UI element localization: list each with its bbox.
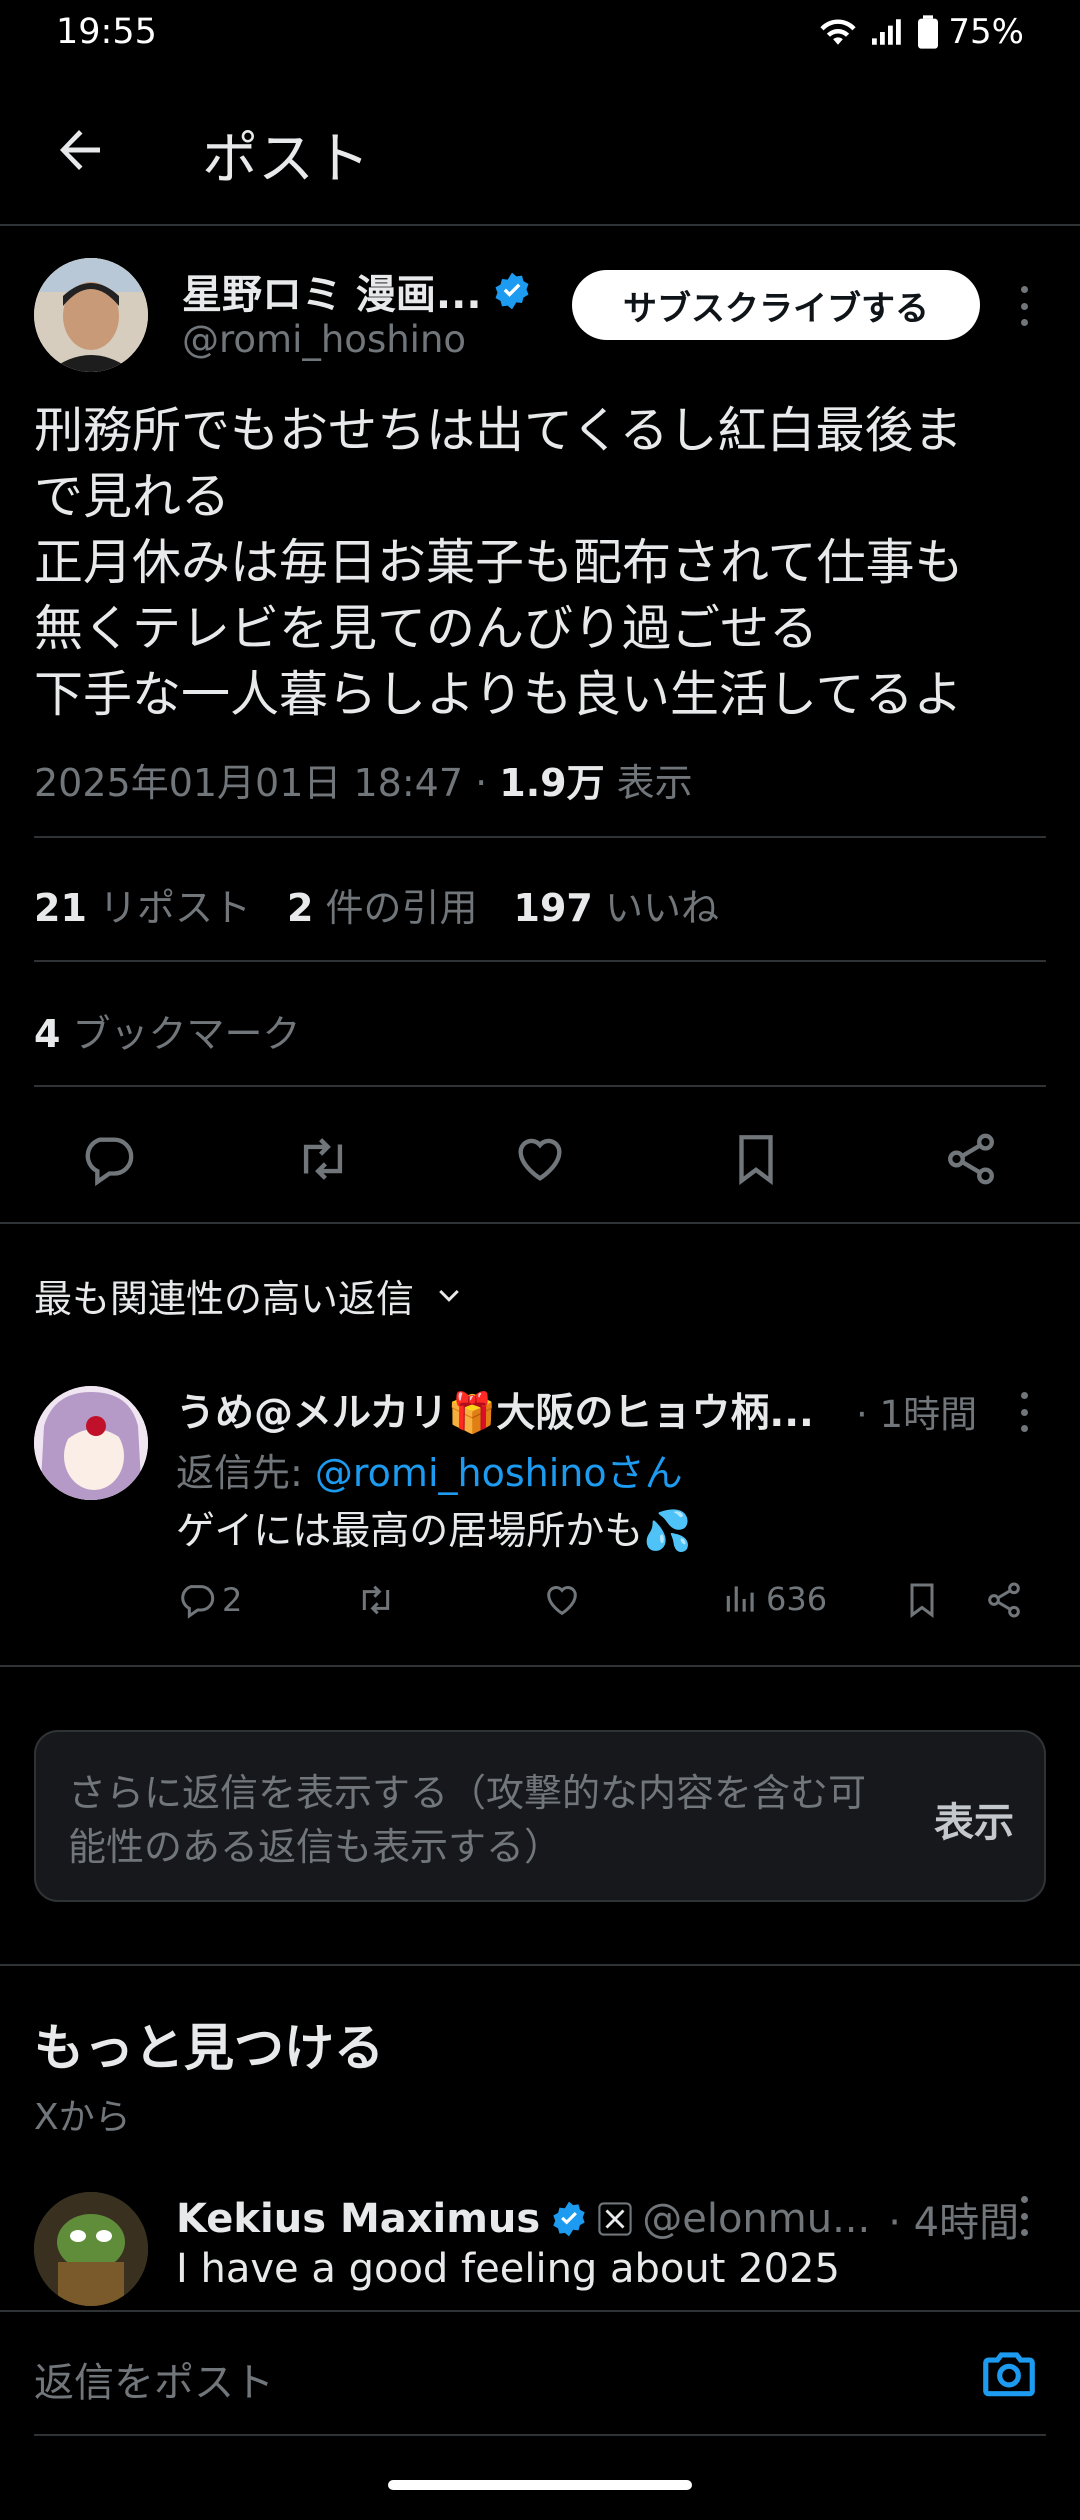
- signal-icon: [872, 19, 902, 45]
- post-more-icon[interactable]: [1016, 286, 1032, 326]
- divider: [0, 1222, 1080, 1224]
- quotes-label: 件の引用: [313, 886, 478, 930]
- share-icon[interactable]: [942, 1130, 1000, 1188]
- reposts-stat[interactable]: 21 リポスト: [34, 877, 251, 932]
- views-chart-icon: [726, 1586, 754, 1612]
- suggested-post-avatar[interactable]: [34, 2192, 148, 2306]
- divider: [34, 836, 1046, 838]
- status-time: 19:55: [56, 12, 157, 52]
- author-name-text: 星野ロミ 漫画...: [182, 272, 482, 318]
- reply-avatar[interactable]: [34, 1386, 148, 1500]
- home-indicator[interactable]: [388, 2480, 692, 2490]
- engagement-stats: 21 リポスト 2 件の引用 197 いいね: [34, 877, 719, 932]
- reply-more-icon[interactable]: [1016, 1392, 1032, 1432]
- reply-input[interactable]: 返信をポスト: [34, 2350, 274, 2408]
- reply-to-handle-link[interactable]: @romi_hoshinoさん: [315, 1451, 683, 1495]
- verified-badge-icon: [553, 2201, 585, 2237]
- compose-underline: [34, 2434, 1046, 2436]
- discover-heading: もっと見つける: [34, 2019, 384, 2077]
- reply-icon: [181, 1585, 215, 1619]
- suggested-post-time: · 4時間: [888, 2200, 1020, 2246]
- quotes-stat[interactable]: 2 件の引用: [287, 877, 478, 932]
- divider: [0, 1964, 1080, 1966]
- reply-reply-button[interactable]: 2: [176, 1580, 242, 1620]
- more-replies-card[interactable]: さらに返信を表示する（攻撃的な内容を含む可能性のある返信も表示する） 表示: [34, 1730, 1046, 1902]
- status-bar: 19:55 75%: [0, 0, 1080, 70]
- reply-share-button[interactable]: [984, 1580, 1024, 1620]
- divider: [34, 1085, 1046, 1087]
- post-meta: 2025年01月01日 18:47 · 1.9万 表示: [34, 752, 693, 807]
- more-replies-text: さらに返信を表示する（攻撃的な内容を含む可能性のある返信も表示する）: [68, 1771, 867, 1869]
- like-icon: [547, 1586, 577, 1616]
- author-handle[interactable]: @romi_hoshino: [182, 318, 466, 361]
- author-name[interactable]: 星野ロミ 漫画...: [182, 262, 532, 320]
- discover-subheading: Xから: [34, 2097, 131, 2138]
- top-bar: ポスト: [0, 100, 1080, 200]
- post-action-bar: [0, 1110, 1080, 1200]
- reply-repost-button[interactable]: [356, 1580, 396, 1620]
- repost-icon[interactable]: [294, 1130, 352, 1188]
- replies-sort-dropdown[interactable]: 最も関連性の高い返信: [34, 1268, 464, 1323]
- reply-compose-bar: 返信をポスト: [0, 2310, 1080, 2436]
- battery-icon: [918, 15, 939, 49]
- post-views-label: 表示: [604, 761, 693, 805]
- bookmark-icon: [910, 1583, 934, 1618]
- back-arrow-icon[interactable]: [50, 120, 110, 180]
- divider: [0, 1665, 1080, 1667]
- reply-to-prefix: 返信先:: [176, 1451, 315, 1495]
- battery-level: 75%: [948, 12, 1024, 52]
- bookmarks-count: 4: [34, 1012, 61, 1056]
- bookmark-icon[interactable]: [727, 1130, 785, 1188]
- reply-views-button[interactable]: 636: [722, 1580, 827, 1618]
- likes-count: 197: [513, 886, 593, 930]
- chevron-down-icon: [439, 1289, 459, 1302]
- share-icon: [988, 1582, 1020, 1618]
- x-affiliate-badge-icon: [598, 2202, 632, 2236]
- likes-label: いいね: [592, 886, 719, 930]
- verified-badge-icon: [495, 272, 529, 310]
- reply-to-line: 返信先: @romi_hoshinoさん: [176, 1442, 683, 1497]
- bookmarks-stat[interactable]: 4 ブックマーク: [34, 1003, 301, 1058]
- page-title: ポスト: [202, 127, 370, 192]
- post-views-count: 1.9万: [499, 761, 605, 805]
- repost-icon: [362, 1585, 390, 1615]
- suggested-post-author[interactable]: Kekius Maximus: [176, 2196, 540, 2242]
- like-icon[interactable]: [511, 1130, 569, 1188]
- reply-view-count: 636: [766, 1580, 828, 1618]
- header-divider: [0, 224, 1080, 226]
- reply-reply-count: 2: [222, 1581, 243, 1619]
- show-more-replies-button[interactable]: 表示: [934, 1790, 1014, 1848]
- bookmarks-label: ブックマーク: [60, 1012, 301, 1056]
- reply-action-bar: 2 636: [176, 1576, 1036, 1632]
- suggested-post-handle[interactable]: @elonmu...: [642, 2196, 870, 2242]
- likes-stat[interactable]: 197 いいね: [514, 877, 719, 932]
- suggested-post-text: I have a good feeling about 2025: [176, 2246, 840, 2292]
- suggested-post-header: Kekius Maximus @elonmu... · 4時間: [176, 2190, 1019, 2248]
- reply-text: ゲイには最高の居場所かも💦: [176, 1509, 692, 1554]
- replies-sort-label: 最も関連性の高い返信: [34, 1277, 415, 1321]
- suggested-post-more-icon[interactable]: [1016, 2196, 1032, 2236]
- reply-like-button[interactable]: [542, 1580, 582, 1620]
- reply-time: · 1時間: [856, 1393, 978, 1436]
- divider: [34, 960, 1046, 962]
- author-avatar[interactable]: [34, 258, 148, 372]
- reply-icon[interactable]: [78, 1130, 136, 1188]
- status-icons: 75%: [818, 12, 1024, 52]
- reply-author-name[interactable]: うめ@メルカリ🎁大阪のヒョウ柄...: [176, 1382, 814, 1438]
- wifi-icon: [820, 19, 857, 45]
- post-text: 刑務所でもおせちは出てくるし紅白最後ま で見れる 正月休みは毎日お菓子も配布され…: [34, 402, 964, 723]
- subscribe-button[interactable]: サブスクライブする: [572, 270, 980, 340]
- reposts-label: リポスト: [86, 886, 251, 930]
- reply-bookmark-button[interactable]: [902, 1580, 942, 1620]
- post-datetime: 2025年01月01日 18:47 ·: [34, 761, 500, 805]
- camera-icon[interactable]: [978, 2342, 1040, 2404]
- quotes-count: 2: [286, 886, 314, 930]
- reposts-count: 21: [34, 886, 87, 930]
